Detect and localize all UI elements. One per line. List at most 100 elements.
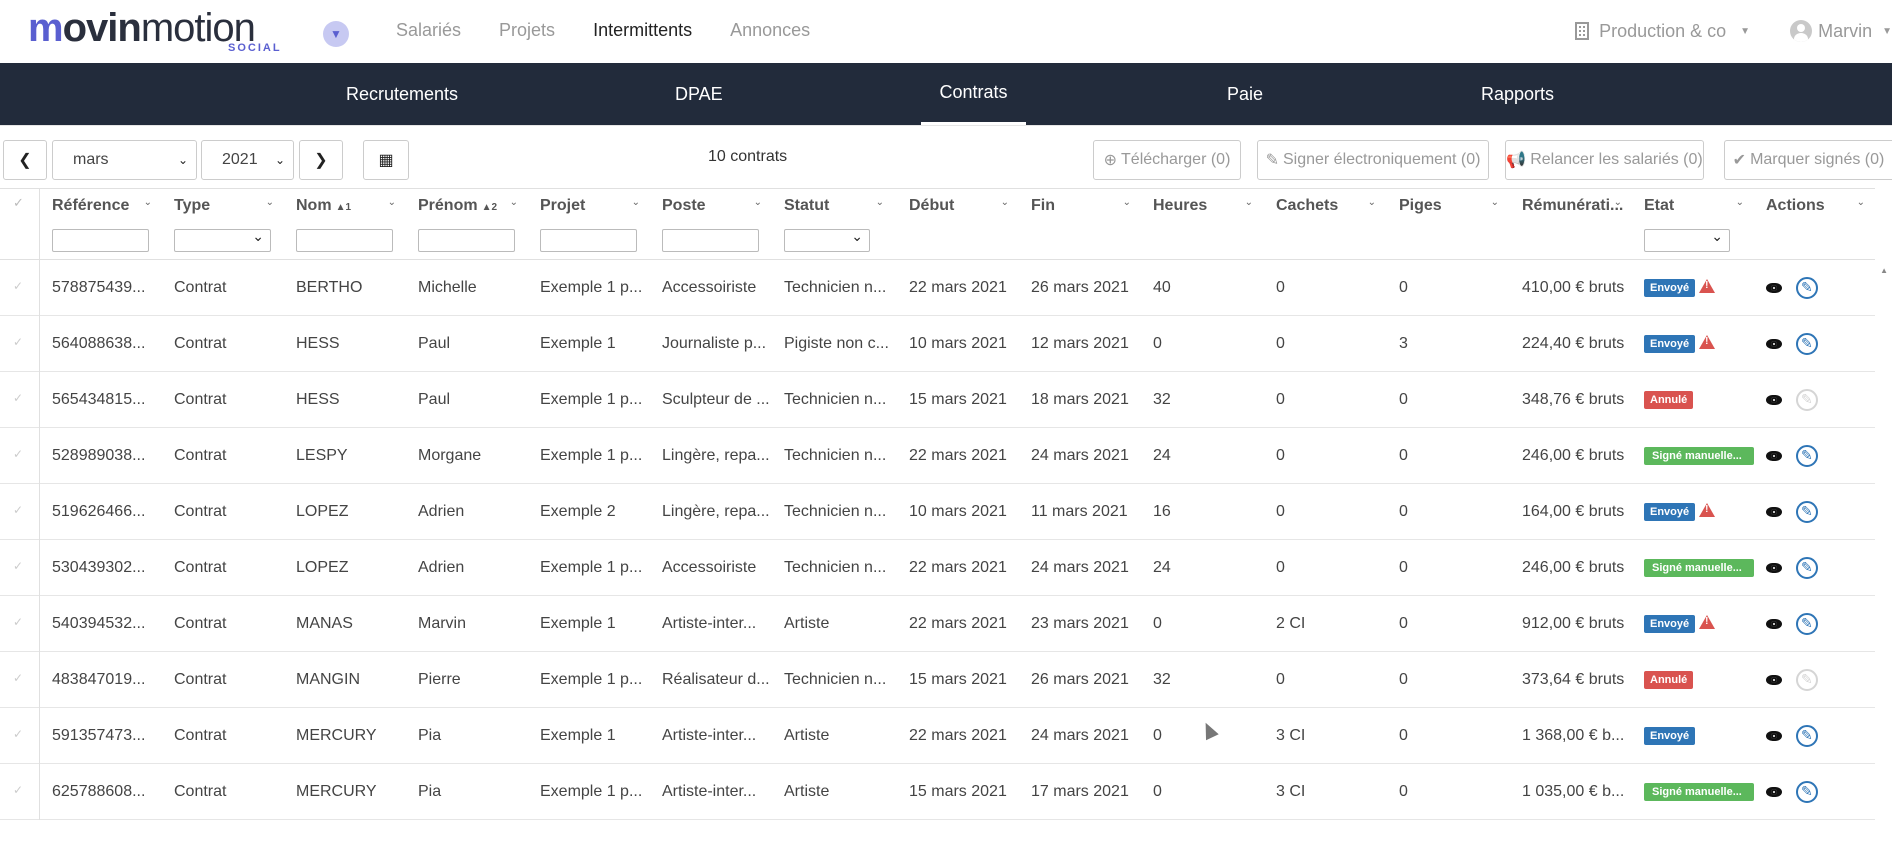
row-checkbox[interactable]: ✓: [0, 484, 40, 540]
column-menu-icon[interactable]: ⌄: [1491, 197, 1499, 208]
column-menu-icon[interactable]: ⌄: [754, 197, 762, 208]
download-button[interactable]: ⊕ Télécharger (0): [1093, 140, 1241, 180]
col-label[interactable]: Rémunérati...: [1522, 197, 1623, 215]
column-menu-icon[interactable]: ⌄: [1001, 197, 1009, 208]
app-switcher-dropdown[interactable]: ▼: [323, 21, 349, 47]
table-row[interactable]: ✓ 530439302... Contrat LOPEZ Adrien Exemple 1…: [0, 540, 1875, 596]
eye-icon[interactable]: [1766, 506, 1782, 517]
col-label[interactable]: Début: [909, 197, 954, 215]
eye-icon[interactable]: [1766, 674, 1782, 685]
nav-salaries[interactable]: Salariés: [396, 20, 461, 41]
eye-icon[interactable]: [1766, 618, 1782, 629]
column-menu-icon[interactable]: ⌄: [876, 197, 884, 208]
warning-icon[interactable]: [1699, 502, 1716, 517]
filter-reference-input[interactable]: [52, 229, 149, 252]
filter-type-select[interactable]: [174, 228, 271, 252]
year-select[interactable]: 2021 ⌄: [201, 140, 294, 180]
col-label[interactable]: Piges: [1399, 197, 1442, 215]
filter-statut-select[interactable]: [784, 228, 870, 252]
row-checkbox[interactable]: ✓: [0, 764, 40, 820]
company-selector[interactable]: Production & co ▼: [1575, 21, 1750, 42]
tab-rapports[interactable]: Rapports: [1481, 63, 1554, 125]
col-label[interactable]: Nom ▲1: [296, 197, 351, 215]
row-checkbox[interactable]: ✓: [0, 652, 40, 708]
column-menu-icon[interactable]: ⌄: [266, 197, 274, 208]
table-row[interactable]: ✓ 483847019... Contrat MANGIN Pierre Exemple …: [0, 652, 1875, 708]
edit-icon[interactable]: [1796, 724, 1818, 747]
nav-projets[interactable]: Projets: [499, 20, 555, 41]
col-label[interactable]: Type: [174, 197, 210, 215]
eye-icon[interactable]: [1766, 730, 1782, 741]
filter-nom-input[interactable]: [296, 229, 393, 252]
row-checkbox[interactable]: ✓: [0, 708, 40, 764]
nav-annonces[interactable]: Annonces: [730, 20, 810, 41]
edit-icon[interactable]: [1796, 444, 1818, 467]
edit-icon[interactable]: [1796, 556, 1818, 579]
table-row[interactable]: ✓ 625788608... Contrat MERCURY Pia Exemple 1 …: [0, 764, 1875, 820]
column-menu-icon[interactable]: ⌄: [388, 197, 396, 208]
eye-icon[interactable]: [1766, 562, 1782, 573]
row-checkbox[interactable]: ✓: [0, 596, 40, 652]
warning-icon[interactable]: [1699, 614, 1716, 629]
month-select[interactable]: mars ⌄: [52, 140, 197, 180]
col-label[interactable]: Cachets: [1276, 197, 1338, 215]
column-menu-icon[interactable]: ⌄: [510, 197, 518, 208]
filter-prenom-input[interactable]: [418, 229, 515, 252]
eye-icon[interactable]: [1766, 450, 1782, 461]
nav-intermittents[interactable]: Intermittents: [593, 20, 692, 41]
column-menu-icon[interactable]: ⌄: [144, 197, 152, 208]
col-label[interactable]: Statut: [784, 197, 829, 215]
filter-projet-input[interactable]: [540, 229, 637, 252]
eye-icon[interactable]: [1766, 786, 1782, 797]
column-menu-icon[interactable]: ⌄: [1368, 197, 1376, 208]
col-label[interactable]: Prénom ▲2: [418, 197, 497, 215]
table-row[interactable]: ✓ 565434815... Contrat HESS Paul Exemple 1 p.…: [0, 372, 1875, 428]
filter-etat-select[interactable]: [1644, 228, 1730, 252]
table-row[interactable]: ✓ 591357473... Contrat MERCURY Pia Exemple 1 A…: [0, 708, 1875, 764]
mark-signed-button[interactable]: ✔ Marquer signés (0): [1724, 140, 1892, 180]
table-row[interactable]: ✓ 564088638... Contrat HESS Paul Exemple 1 Jou…: [0, 316, 1875, 372]
column-menu-icon[interactable]: ⌄: [1245, 197, 1253, 208]
column-menu-icon[interactable]: ⌄: [1614, 197, 1622, 208]
edit-icon[interactable]: [1796, 780, 1818, 803]
edit-icon[interactable]: [1796, 276, 1818, 299]
row-checkbox[interactable]: ✓: [0, 316, 40, 372]
filter-poste-input[interactable]: [662, 229, 759, 252]
table-row[interactable]: ✓ 519626466... Contrat LOPEZ Adrien Exemple 2…: [0, 484, 1875, 540]
table-row[interactable]: ✓ 540394532... Contrat MANAS Marvin Exemple 1…: [0, 596, 1875, 652]
eye-icon[interactable]: [1766, 338, 1782, 349]
calendar-button[interactable]: ▦: [363, 140, 409, 180]
column-menu-icon[interactable]: ⌄: [1736, 197, 1744, 208]
tab-paie[interactable]: Paie: [1227, 63, 1263, 125]
logo[interactable]: movinmotion SOCIAL: [28, 6, 288, 56]
scroll-up-icon[interactable]: ▲: [1880, 266, 1888, 275]
column-menu-icon[interactable]: ⌄: [1857, 197, 1865, 208]
warning-icon[interactable]: [1699, 278, 1716, 293]
eye-icon[interactable]: [1766, 282, 1782, 293]
warning-icon[interactable]: [1699, 334, 1716, 349]
column-menu-icon[interactable]: ⌄: [632, 197, 640, 208]
row-checkbox[interactable]: ✓: [0, 372, 40, 428]
col-label[interactable]: Etat: [1644, 197, 1674, 215]
tab-contrats[interactable]: Contrats: [921, 63, 1026, 125]
user-menu[interactable]: Marvin ▼: [1790, 20, 1892, 42]
col-label[interactable]: Référence: [52, 197, 129, 215]
col-label[interactable]: Fin: [1031, 197, 1055, 215]
tab-dpae[interactable]: DPAE: [675, 63, 723, 125]
remind-employees-button[interactable]: 📢 Relancer les salariés (0): [1505, 140, 1704, 180]
edit-icon[interactable]: [1796, 612, 1818, 635]
column-menu-icon[interactable]: ⌄: [1123, 197, 1131, 208]
eye-icon[interactable]: [1766, 394, 1782, 405]
next-month-button[interactable]: ❯: [299, 140, 343, 180]
table-row[interactable]: ✓ 528989038... Contrat LESPY Morgane Exemple …: [0, 428, 1875, 484]
prev-month-button[interactable]: ❮: [3, 140, 47, 180]
edit-icon[interactable]: [1796, 332, 1818, 355]
col-label[interactable]: Heures: [1153, 197, 1207, 215]
select-all-checkbox[interactable]: ✓: [0, 189, 40, 261]
row-checkbox[interactable]: ✓: [0, 260, 40, 316]
edit-icon[interactable]: [1796, 500, 1818, 523]
row-checkbox[interactable]: ✓: [0, 428, 40, 484]
table-row[interactable]: ✓ 578875439... Contrat BERTHO Michelle Exempl…: [0, 260, 1875, 316]
row-checkbox[interactable]: ✓: [0, 540, 40, 596]
col-label[interactable]: Projet: [540, 197, 585, 215]
